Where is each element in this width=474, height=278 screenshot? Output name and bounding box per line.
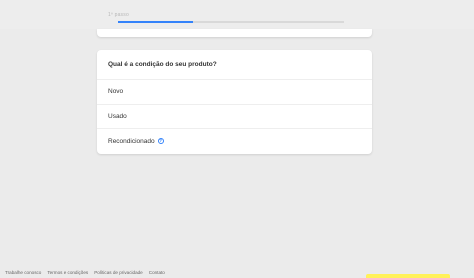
progress-bar-fill: [118, 21, 193, 23]
question-title: Qual é a condição do seu produto?: [97, 50, 372, 80]
question-circle-icon[interactable]: ?: [157, 138, 164, 145]
footer-link-trabalhe-conosco[interactable]: Trabalhe conosco: [5, 270, 41, 275]
option-novo[interactable]: Novo: [97, 80, 372, 105]
option-label: Novo: [108, 88, 124, 96]
progress-bar: [118, 21, 344, 23]
option-recondicionado[interactable]: Recondicionado ?: [97, 129, 372, 154]
top-bar: 1º passo: [0, 0, 474, 29]
footer-links: Trabalhe conosco Termos e condições Polí…: [5, 270, 165, 275]
option-label: Usado: [108, 112, 127, 120]
footer-link-termos[interactable]: Termos e condições: [47, 270, 88, 275]
step-label: 1º passo: [108, 12, 129, 18]
condition-card: Qual é a condição do seu produto? Novo U…: [97, 50, 372, 154]
footer-link-privacidade[interactable]: Políticas de privacidade: [94, 270, 143, 275]
feedback-bar: [366, 274, 450, 278]
footer-link-contato[interactable]: Contato: [149, 270, 165, 275]
option-label: Recondicionado: [108, 137, 155, 145]
option-usado[interactable]: Usado: [97, 105, 372, 130]
previous-step-card: [97, 29, 372, 37]
